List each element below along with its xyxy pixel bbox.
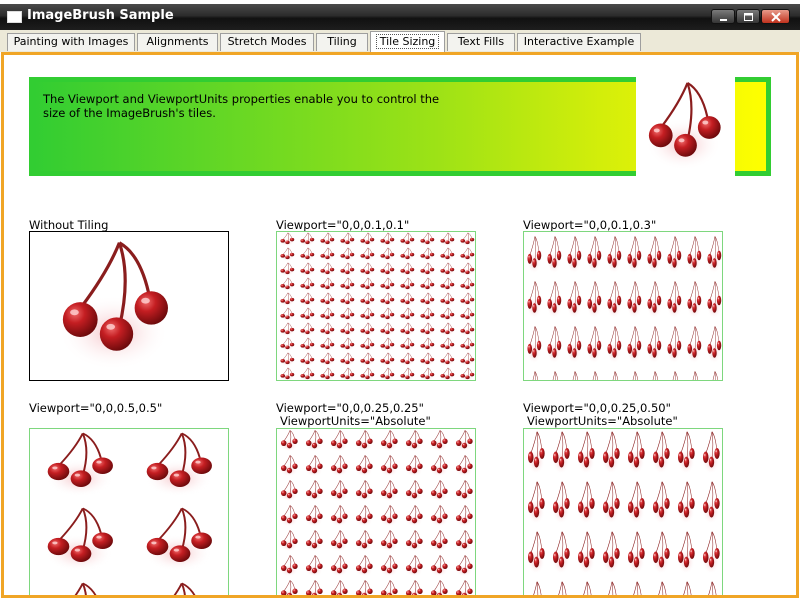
app-window-icon	[7, 11, 22, 23]
tab-interactive-example[interactable]: Interactive Example	[517, 33, 641, 51]
cherries-image	[56, 241, 171, 372]
tab-label: Painting with Images	[13, 35, 129, 48]
tab-label: Tiling	[327, 35, 357, 48]
close-button[interactable]	[761, 9, 790, 24]
tile-box-viewport-0.5-0.5	[29, 428, 229, 595]
cherries-image	[644, 81, 723, 172]
app-window: ImageBrush Sample Painting with Images A…	[0, 0, 800, 600]
tile-box-viewport-0.25-0.50	[523, 428, 723, 595]
tab-painting-with-images[interactable]: Painting with Images	[7, 33, 135, 51]
tab-stretch-modes[interactable]: Stretch Modes	[220, 33, 314, 51]
tab-tile-sizing[interactable]: Tile Sizing	[370, 31, 445, 52]
maximize-icon	[744, 13, 753, 21]
banner-cherries-image	[636, 77, 735, 176]
minimize-icon	[720, 19, 727, 21]
maximize-button[interactable]	[736, 9, 760, 24]
tab-label: Tile Sizing	[375, 34, 440, 49]
tiled-cherries-image	[30, 429, 228, 595]
tab-label: Interactive Example	[523, 35, 635, 48]
window-title: ImageBrush Sample	[27, 8, 174, 23]
tile-box-without-tiling	[29, 231, 229, 381]
tile-label-viewport-0.1-0.1: Viewport="0,0,0.1,0.1"	[276, 218, 410, 232]
tab-strip: Painting with Images Alignments Stretch …	[0, 30, 800, 52]
tile-label-viewport-0.25-0.50: Viewport="0,0,0.25,0.50"	[523, 401, 671, 415]
tile-label-viewport-units-absolute: ViewportUnits="Absolute"	[280, 414, 431, 428]
tab-tiling[interactable]: Tiling	[316, 33, 368, 51]
minimize-button[interactable]	[711, 9, 735, 24]
tiled-cherries-image	[524, 429, 722, 595]
tab-content-panel: The Viewport and ViewportUnits propertie…	[1, 52, 799, 598]
tile-label-without-tiling: Without Tiling	[29, 218, 109, 232]
tile-label-viewport-0.25-0.25: Viewport="0,0,0.25,0.25"	[276, 401, 424, 415]
tile-label-viewport-0.5-0.5: Viewport="0,0,0.5,0.5"	[29, 401, 163, 415]
tab-label: Alignments	[146, 35, 209, 48]
close-icon	[771, 12, 781, 22]
tab-text-fills[interactable]: Text Fills	[447, 33, 515, 51]
title-bar[interactable]: ImageBrush Sample	[0, 4, 800, 30]
tiled-cherries-image	[524, 232, 722, 380]
tab-label: Text Fills	[457, 35, 505, 48]
tiled-cherries-image	[277, 232, 475, 380]
tab-label: Stretch Modes	[227, 35, 307, 48]
tile-box-viewport-0.1-0.1	[276, 231, 476, 381]
tiled-cherries-image	[277, 429, 475, 595]
tile-box-viewport-0.1-0.3	[523, 231, 723, 381]
tile-label-viewport-units-absolute: ViewportUnits="Absolute"	[527, 414, 678, 428]
banner: The Viewport and ViewportUnits propertie…	[29, 77, 771, 176]
tile-label-viewport-0.1-0.3: Viewport="0,0,0.1,0.3"	[523, 218, 657, 232]
banner-text: The Viewport and ViewportUnits propertie…	[43, 92, 440, 120]
tab-alignments[interactable]: Alignments	[137, 33, 218, 51]
tile-box-viewport-0.25-0.25	[276, 428, 476, 595]
